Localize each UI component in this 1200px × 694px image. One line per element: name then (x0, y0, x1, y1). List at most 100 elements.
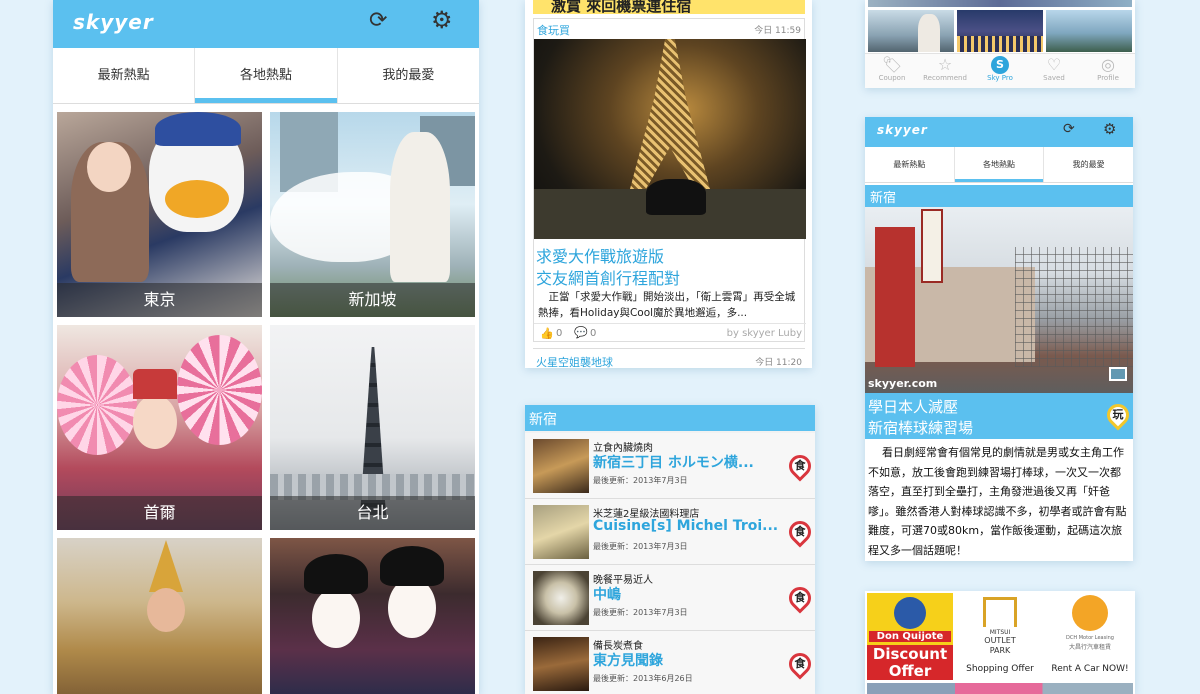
partner-logo-line1: Don Quijote (869, 631, 951, 642)
small-tab-regions[interactable]: 各地熱點 (954, 147, 1045, 182)
partner-caption: Shopping Offer (966, 664, 1034, 674)
nav-label: Profile (1097, 74, 1119, 82)
sign-board (921, 209, 943, 283)
item-title[interactable]: 中嶋 (593, 584, 621, 604)
phone-shinjuku-list: 新宿 立食內臟燒肉 新宿三丁目 ホルモン横... 最後更新：2013年7月3日 … (525, 405, 815, 694)
food-pin-icon: 食 (784, 516, 815, 548)
city-tile-bangkok[interactable] (57, 538, 262, 694)
item-title[interactable]: Cuisine[s] Michel Troi... (593, 518, 778, 534)
article-title-line2: 新宿棒球練習場 (868, 419, 974, 437)
small-tabs: 最新熱點 各地熱點 我的最愛 (865, 147, 1133, 183)
thumb-hongkong[interactable] (957, 10, 1043, 52)
thumbnail-image (533, 637, 589, 691)
card-time: 今日 11:59 (754, 26, 801, 36)
dancer-crown (133, 369, 177, 399)
nav-coupon[interactable]: 🏷 Coupon (867, 55, 917, 83)
feed-card-2[interactable]: 火星空姐襲地球 今日 11:20 (533, 348, 805, 368)
city-tile-singapore[interactable]: 新加坡 (270, 112, 475, 317)
partner-caption: Rent A Car NOW! (1051, 664, 1129, 674)
item-updated: 最後更新：2013年7月3日 (593, 608, 688, 617)
dancer-face (133, 395, 177, 449)
small-tab-favorites[interactable]: 我的最愛 (1044, 147, 1133, 182)
card-author: by skyyer Luby (726, 328, 802, 339)
batting-net (1015, 247, 1133, 367)
tab-favorites[interactable]: 我的最愛 (338, 48, 479, 103)
thumb-island[interactable] (1046, 10, 1132, 52)
partner-dch-rental[interactable]: DCH Motor Leasing 大昌行汽車租賃 Rent A Car NOW… (1047, 593, 1133, 679)
nav-label: Coupon (878, 74, 906, 82)
city-tile-tokyo[interactable]: 東京 (57, 112, 262, 317)
list-item[interactable]: 晚餐平易近人 中嶋 最後更新：2013年7月3日 食 (525, 565, 815, 631)
card-category[interactable]: 食玩買 (537, 22, 570, 38)
couple-silhouette (646, 179, 706, 215)
small-tab-latest[interactable]: 最新熱點 (865, 147, 955, 182)
promo-banner[interactable]: 激賞 來回機票連住宿 (533, 0, 805, 14)
list-item[interactable]: 備長炭煮食 東方見聞錄 最後更新：2013年6月26日 食 (525, 631, 815, 694)
partner-donquijote[interactable]: Don Quijote Discount Offer (867, 593, 953, 680)
like-icon[interactable]: 👍 (540, 327, 554, 340)
coupon-icon: 🏷 (881, 55, 903, 74)
play-pin-icon: 玩 (1102, 399, 1133, 431)
thumb-singapore[interactable] (868, 10, 954, 52)
comment-icon[interactable]: 💬 (574, 326, 588, 339)
item-title[interactable]: 東方見聞錄 (593, 650, 663, 670)
small-refresh-icon[interactable]: ⟳ (1063, 121, 1075, 137)
fan-left (57, 355, 137, 455)
thumbnail-image (533, 571, 589, 625)
nav-label: Sky Pro (987, 74, 1013, 82)
person-face (87, 142, 131, 192)
card-title-line2[interactable]: 交友網首創行程配對 (536, 265, 680, 289)
dancer-headdress (149, 540, 183, 592)
partner-logo-line3: PARK (989, 646, 1011, 655)
nav-skypro[interactable]: S Sky Pro (975, 56, 1025, 82)
phone-partners: Don Quijote Discount Offer MITSUI OUTLET… (865, 591, 1135, 694)
refresh-icon[interactable]: ⟳ (369, 8, 387, 33)
thumbnail-image (533, 439, 589, 493)
photo-watermark: skyyer.com (868, 377, 938, 390)
card-title-line1[interactable]: 求愛大作戰旅遊版 (536, 243, 664, 267)
profile-icon: ◎ (1101, 55, 1115, 74)
location-title: 新宿 (870, 191, 897, 206)
tab-regions[interactable]: 各地熱點 (195, 48, 338, 103)
mascot-beak (165, 180, 229, 218)
tab-latest[interactable]: 最新熱點 (53, 48, 196, 103)
thumb-skyline (957, 36, 1043, 52)
list-item[interactable]: 立食內臟燒肉 新宿三丁目 ホルモン横... 最後更新：2013年7月3日 食 (525, 433, 815, 499)
eiffel-tower-shape (630, 39, 710, 189)
app-logo: skyyer (73, 10, 154, 34)
article-title-block: 學日本人減壓 新宿棒球練習場 玩 (865, 393, 1133, 439)
comment-count: 0 (590, 328, 597, 339)
small-settings-icon[interactable]: ⚙ (1103, 120, 1116, 138)
city-tile-taipei[interactable]: 台北 (270, 325, 475, 530)
small-top-bar: skyyer ⟳ ⚙ (865, 117, 1133, 147)
penguin-mascot-icon (894, 597, 926, 629)
feed-card[interactable]: 食玩買 今日 11:59 求愛大作戰旅遊版 交友網首創行程配對 正當「求愛大作戰… (533, 18, 806, 342)
eiffel-tower-photo[interactable] (534, 39, 806, 239)
food-pin-icon: 食 (784, 582, 815, 614)
city-tile-seoul[interactable]: 首爾 (57, 325, 262, 530)
list-item[interactable]: 米芝蓮2星級法國料理店 Cuisine[s] Michel Troi... 最後… (525, 499, 815, 565)
partner-mitsui-outlet[interactable]: MITSUI OUTLET PARK Shopping Offer (957, 593, 1043, 679)
phone-hot-places: skyyer ⟳ ⚙ 最新熱點 各地熱點 我的最愛 .phone .tab.ac… (53, 0, 479, 694)
settings-gear-icon[interactable]: ⚙ (431, 6, 453, 34)
bottom-nav: 🏷 Coupon ☆ Recommend S Sky Pro ♡ Saved ◎… (865, 53, 1135, 88)
item-title[interactable]: 新宿三丁目 ホルモン横... (593, 452, 754, 472)
article-title-line1: 學日本人減壓 (868, 398, 959, 416)
partner-strip-bottom (867, 683, 1133, 694)
small-app-logo: skyyer (877, 123, 928, 137)
card2-time: 今日 11:20 (755, 358, 802, 368)
nav-recommend[interactable]: ☆ Recommend (920, 56, 970, 83)
gallery-icon[interactable] (1109, 367, 1127, 381)
main-tabs: 最新熱點 各地熱點 我的最愛 (53, 48, 479, 104)
geisha-face (312, 588, 360, 648)
nav-saved[interactable]: ♡ Saved (1029, 55, 1079, 83)
card2-category[interactable]: 火星空姐襲地球 (536, 354, 613, 368)
batting-center-photo[interactable]: skyyer.com (865, 207, 1133, 393)
city-label-tokyo: 東京 (57, 283, 262, 317)
geisha-face-2 (388, 578, 436, 638)
nav-label: Saved (1043, 74, 1065, 82)
nav-profile[interactable]: ◎ Profile (1083, 55, 1133, 83)
city-tile-kyoto[interactable] (270, 538, 475, 694)
list-header: 新宿 (525, 405, 815, 431)
heart-icon: ♡ (1046, 55, 1062, 74)
